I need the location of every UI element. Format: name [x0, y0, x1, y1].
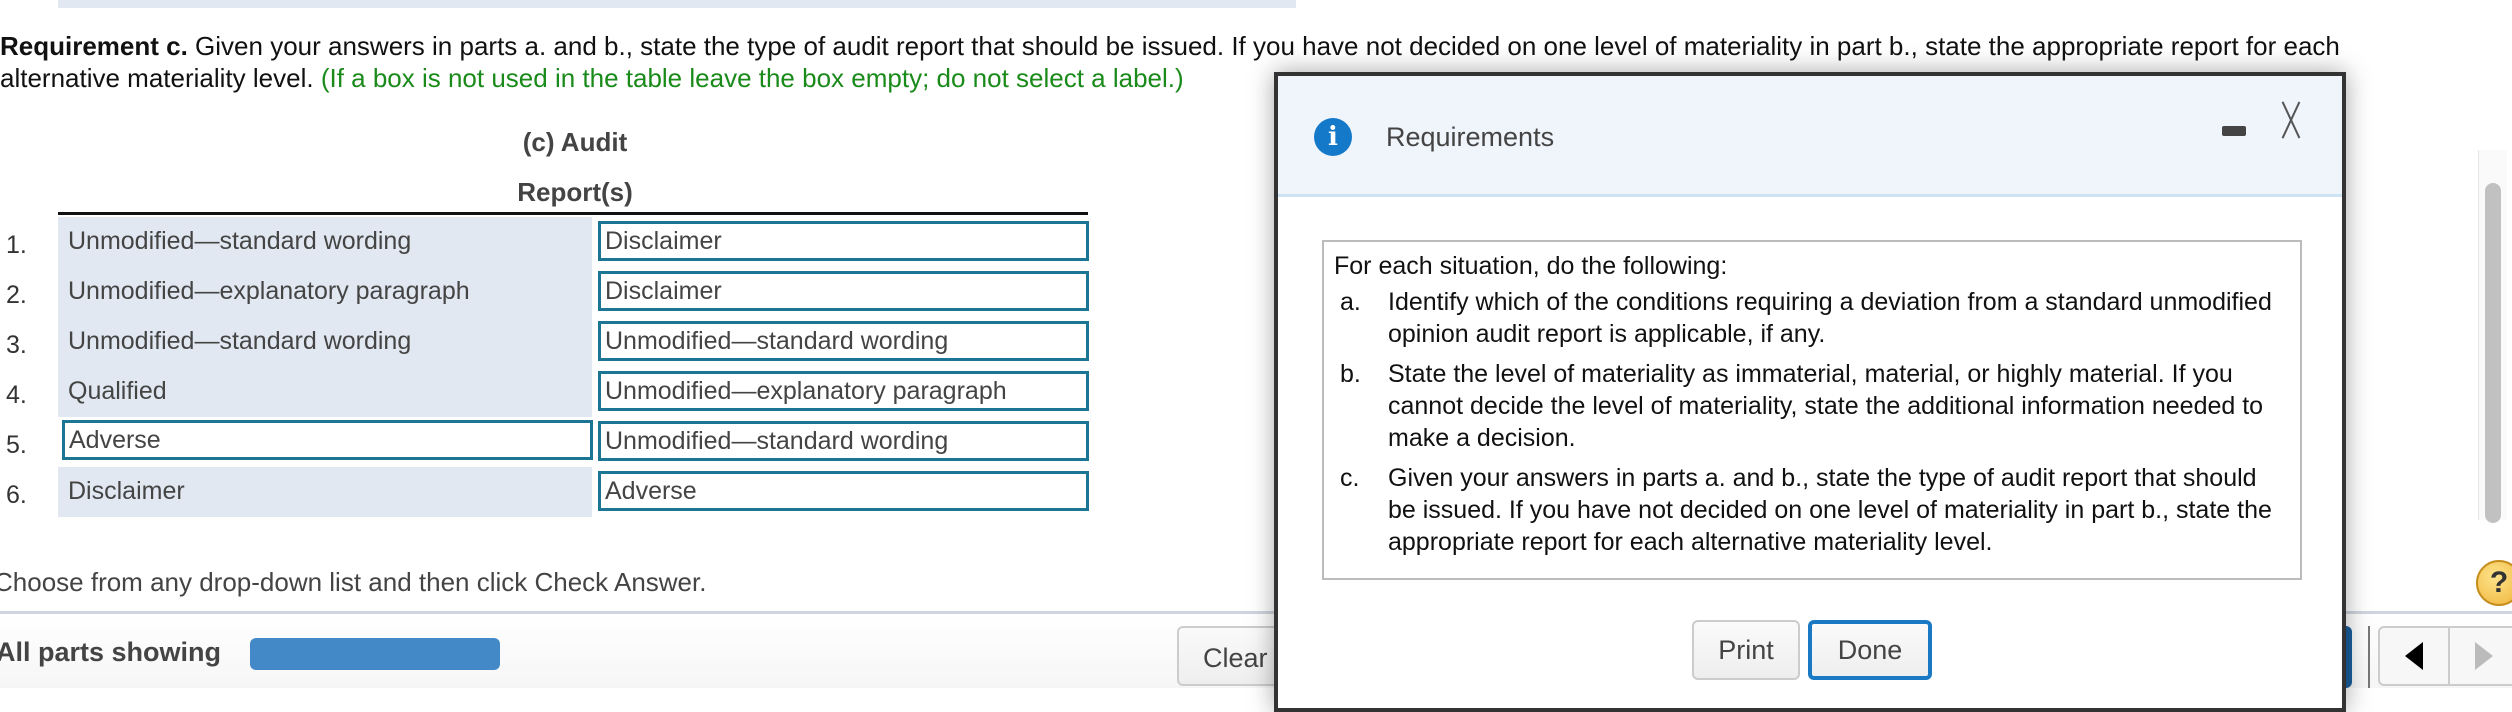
condition-text: Unmodified—standard wording: [68, 327, 412, 355]
close-icon[interactable]: [2274, 102, 2308, 136]
header-rule: [58, 212, 1088, 215]
parts-progress-bar: [250, 638, 500, 670]
condition-text: Unmodified—explanatory paragraph: [68, 277, 470, 305]
requirements-intro: For each situation, do the following:: [1334, 252, 1728, 280]
column-header-line-2: Report(s): [517, 177, 633, 207]
question-nav: [2378, 626, 2512, 686]
audit-report-dropdown[interactable]: Unmodified—standard wording: [598, 321, 1089, 361]
requirement-item-text: Given your answers in parts a. and b., s…: [1388, 464, 2272, 556]
audit-report-dropdown[interactable]: Unmodified—standard wording: [598, 421, 1089, 461]
previous-button[interactable]: [2380, 628, 2448, 684]
requirement-text: Given your answers in parts a. and b., s…: [187, 31, 2340, 61]
audit-report-dropdown[interactable]: Disclaimer: [598, 271, 1089, 311]
next-arrow-icon: [2475, 642, 2493, 670]
condition-text: Unmodified—standard wording: [68, 227, 412, 255]
requirement-letter: c.: [1340, 464, 1360, 492]
requirements-dialog: i Requirements For each situation, do th…: [1274, 72, 2346, 712]
page-scrollbar-thumb[interactable]: [2485, 183, 2501, 523]
requirements-box: For each situation, do the following: a.…: [1322, 240, 2302, 580]
help-icon[interactable]: ?: [2476, 560, 2512, 606]
requirement-letter: a.: [1340, 288, 1361, 316]
info-icon: i: [1314, 118, 1352, 156]
requirement-item-text: Identify which of the conditions requiri…: [1388, 288, 2272, 348]
requirement-item: a. Identify which of the conditions requi…: [1334, 286, 2290, 350]
condition-text: Qualified: [68, 377, 167, 405]
requirement-item: b. State the level of materiality as imma…: [1334, 358, 2290, 454]
requirement-item-text: State the level of materiality as immate…: [1388, 360, 2264, 452]
audit-report-dropdown[interactable]: Unmodified—explanatory paragraph: [598, 371, 1089, 411]
requirements-list: a. Identify which of the conditions requi…: [1334, 286, 2290, 558]
minimize-icon[interactable]: [2222, 126, 2246, 136]
previous-arrow-icon: [2405, 642, 2423, 670]
parts-showing-label: All parts showing: [0, 637, 222, 667]
row-number: 1.: [6, 231, 27, 259]
next-button[interactable]: [2448, 628, 2512, 684]
condition-text: Disclaimer: [68, 477, 185, 505]
requirement-letter: b.: [1340, 360, 1361, 388]
nav-separator: [2368, 626, 2370, 688]
dialog-title: Requirements: [1386, 122, 1555, 152]
requirement-line-2: alternative materiality level. (If a box…: [0, 62, 1184, 94]
done-button[interactable]: Done: [1808, 620, 1932, 680]
requirement-line-1: Requirement c. Given your answers in par…: [0, 30, 2340, 62]
print-button[interactable]: Print: [1692, 620, 1800, 680]
row-number: 5.: [6, 431, 27, 459]
row-number: 6.: [6, 481, 27, 509]
audit-report-dropdown[interactable]: Disclaimer: [598, 221, 1089, 261]
dialog-header: i Requirements: [1278, 76, 2342, 197]
condition-dropdown[interactable]: Adverse: [62, 420, 593, 460]
requirement-item: c. Given your answers in parts a. and b.,…: [1334, 462, 2290, 558]
instructions-text: Choose from any drop-down list and then …: [0, 567, 707, 597]
column-header-line-1: (c) Audit: [522, 127, 628, 157]
requirement-note: (If a box is not used in the table leave…: [320, 63, 1184, 93]
row-number: 4.: [6, 381, 27, 409]
audit-report-dropdown[interactable]: Adverse: [598, 471, 1089, 511]
row-number: 2.: [6, 281, 27, 309]
top-strip: [58, 0, 1296, 8]
requirement-text-cont: alternative materiality level.: [0, 63, 321, 93]
requirement-label: Requirement c.: [0, 31, 188, 61]
row-number: 3.: [6, 331, 27, 359]
